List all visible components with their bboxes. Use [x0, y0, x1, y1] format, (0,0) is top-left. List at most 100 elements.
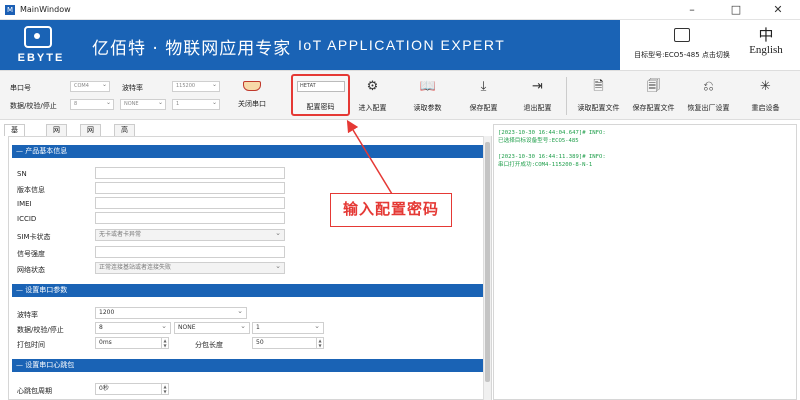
log-line: 已选择目标设备型号:ECO5-485: [498, 138, 579, 144]
spin-arrows-icon[interactable]: ▲ ▼: [316, 338, 323, 348]
heartbeat-section-title: 设置串口心跳包: [25, 361, 75, 369]
signal-strength-field[interactable]: [95, 246, 285, 258]
exit-config-label: 退出配置: [523, 104, 552, 112]
restart-device-button[interactable]: ✳ 重启设备: [738, 79, 793, 117]
maximize-icon[interactable]: □: [714, 0, 758, 20]
download-icon: ⤓: [480, 79, 487, 94]
network-status-field: 正常连接基站或者连接失败: [95, 261, 285, 274]
pack-time-stepper[interactable]: 0ms ▲ ▼: [95, 337, 169, 349]
parity-select[interactable]: NONE: [120, 98, 166, 110]
pack-length-label: 分包长度: [195, 341, 223, 349]
sim-status-label: SIM卡状态: [17, 233, 51, 241]
serial-parity-select[interactable]: NONE: [174, 321, 250, 334]
exit-config-button[interactable]: ⇥ 退出配置: [510, 79, 565, 117]
pack-length-value: 50: [256, 339, 264, 346]
sn-field[interactable]: [95, 167, 285, 179]
serial-data-bits-select[interactable]: 8: [95, 321, 171, 334]
scrollbar-thumb[interactable]: [485, 142, 490, 382]
switch-device-icon: [674, 28, 690, 42]
toolbar: 串口号 COM4 波特率 115200 数据/校验/停止 8 NONE 1 关闭…: [0, 70, 800, 120]
file-save-icon: 🗐: [647, 79, 660, 94]
version-field[interactable]: [95, 182, 285, 194]
pack-time-label: 打包时间: [17, 341, 45, 349]
exit-icon: ⇥: [532, 79, 543, 94]
log-line: [2023-10-30 16:44:04.647]# INFO:: [498, 130, 606, 136]
stop-bits-select[interactable]: 1: [172, 98, 220, 110]
imei-label: IMEI: [17, 200, 32, 208]
product-info-section-title: 产品基本信息: [25, 147, 68, 155]
ebyte-logo: EBYTE: [6, 26, 76, 66]
enter-config-button[interactable]: ⚙ 进入配置: [345, 79, 400, 117]
annotation-callout: 输入配置密码: [330, 193, 452, 227]
save-config-button[interactable]: ⤓ 保存配置: [456, 79, 511, 117]
restore-icon: ⎌: [703, 79, 714, 94]
serial-port-icon: [243, 81, 261, 91]
banner: EBYTE 亿佰特 · 物联网应用专家 IoT APPLICATION EXPE…: [0, 20, 800, 70]
window-title: MainWindow: [20, 5, 71, 14]
sn-label: SN: [17, 170, 27, 178]
serial-port-label: 串口号: [10, 84, 31, 92]
language-label: English: [749, 44, 783, 56]
tab-advanced[interactable]: 高级设置: [114, 124, 135, 167]
language-button[interactable]: 中 English: [738, 26, 794, 66]
serial-params-section-title: 设置串口参数: [25, 286, 68, 294]
minimize-icon[interactable]: –: [670, 0, 714, 20]
tab-network-1[interactable]: 网络1: [46, 124, 67, 156]
form-scrollbar[interactable]: [483, 136, 491, 400]
config-password-group: HETAT 配置密码: [291, 74, 350, 116]
model-switch-label: 目标型号:ECO5-485 点击切换: [634, 51, 730, 59]
brand-slogan-en: IoT APPLICATION EXPERT: [298, 37, 506, 53]
heartbeat-period-stepper[interactable]: 0秒 ▲ ▼: [95, 383, 169, 395]
pack-length-stepper[interactable]: 50 ▲ ▼: [252, 337, 324, 349]
book-icon: 📖: [419, 79, 436, 94]
config-password-input[interactable]: HETAT: [297, 81, 345, 92]
baud-select[interactable]: 115200: [172, 80, 220, 92]
parity-row: 数据/校验/停止 8 NONE 1: [0, 98, 230, 113]
serial-parity-label: 数据/校验/停止: [17, 326, 64, 334]
iccid-field[interactable]: [95, 212, 285, 224]
network-status-label: 网络状态: [17, 266, 45, 274]
imei-field[interactable]: [95, 197, 285, 209]
gear-icon: ⚙: [366, 79, 379, 94]
heartbeat-period-value: 0秒: [99, 385, 109, 392]
spin-arrows-icon[interactable]: ▲ ▼: [161, 338, 168, 348]
toolbar-separator: [566, 77, 567, 115]
serial-baud-label: 波特率: [17, 311, 38, 319]
serial-port-row: 串口号 COM4 波特率 115200: [0, 80, 230, 95]
parity-label: 数据/校验/停止: [10, 102, 57, 110]
serial-params-section-header: — 设置串口参数: [12, 284, 488, 297]
read-config-file-label: 读取配置文件: [577, 104, 620, 112]
serial-port-select[interactable]: COM4: [70, 80, 110, 92]
data-bits-select[interactable]: 8: [70, 98, 114, 110]
serial-baud-select[interactable]: 1200: [95, 306, 247, 319]
read-params-button[interactable]: 📖 读取参数: [400, 79, 455, 117]
close-icon[interactable]: ✕: [756, 0, 800, 20]
close-serial-button[interactable]: 关闭串口: [232, 79, 272, 115]
product-info-section-header: — 产品基本信息: [12, 145, 488, 158]
serial-stop-bits-select[interactable]: 1: [252, 321, 324, 334]
restart-device-label: 重启设备: [751, 104, 780, 112]
app-icon: M: [5, 5, 15, 15]
save-config-label: 保存配置: [469, 104, 498, 112]
read-params-label: 读取参数: [413, 104, 442, 112]
save-config-file-label: 保存配置文件: [632, 104, 675, 112]
factory-reset-button[interactable]: ⎌ 恢复出厂设置: [681, 79, 736, 117]
tab-network-2[interactable]: 网络2: [80, 124, 101, 156]
tab-basic-info[interactable]: 基本信息: [4, 124, 25, 167]
spin-arrows-icon[interactable]: ▲ ▼: [161, 384, 168, 394]
signal-strength-label: 信号强度: [17, 250, 45, 258]
title-bar: M MainWindow – □ ✕: [0, 0, 800, 20]
save-config-file-button[interactable]: 🗐 保存配置文件: [626, 79, 681, 117]
version-label: 版本信息: [17, 186, 45, 194]
enter-config-label: 进入配置: [358, 104, 387, 112]
model-switch-button[interactable]: 目标型号:ECO5-485 点击切换: [632, 28, 732, 66]
sim-status-field: 无卡或者卡异常: [95, 228, 285, 241]
language-icon: 中: [758, 26, 774, 44]
log-line: [2023-10-30 16:44:11.389]# INFO:: [498, 154, 606, 160]
log-panel: [2023-10-30 16:44:04.647]# INFO: 已选择目标设备…: [493, 124, 797, 400]
heartbeat-period-label: 心跳包周期: [17, 387, 52, 395]
restart-icon: ✳: [760, 79, 771, 94]
iccid-label: ICCID: [17, 215, 37, 223]
read-config-file-button[interactable]: 🗎 读取配置文件: [571, 79, 626, 117]
